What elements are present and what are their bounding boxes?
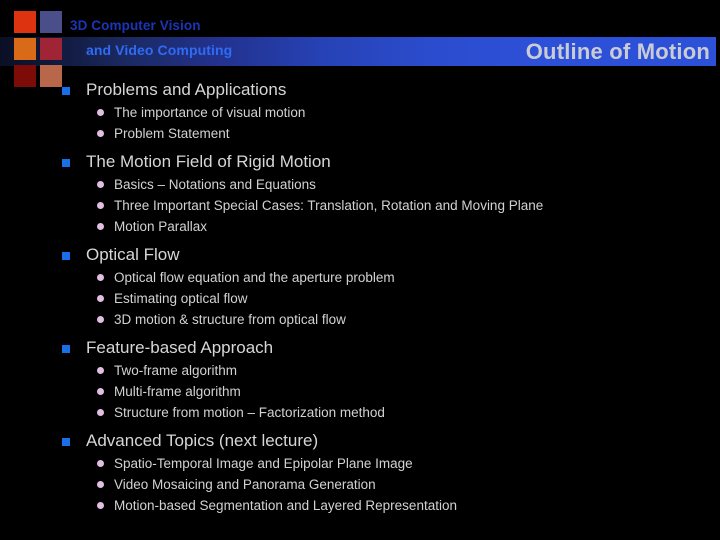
decor-square-slate-blue — [40, 11, 62, 33]
outline-level2-label: Problem Statement — [114, 126, 230, 141]
outline-level2-item[interactable]: Optical flow equation and the aperture p… — [0, 267, 720, 288]
outline-level1-item[interactable]: Advanced Topics (next lecture) — [0, 429, 720, 453]
outline-content: Problems and Applications The importance … — [0, 72, 720, 518]
outline-level2-item[interactable]: Three Important Special Cases: Translati… — [0, 195, 720, 216]
outline-level2-item[interactable]: Motion-based Segmentation and Layered Re… — [0, 495, 720, 516]
square-bullet-icon — [62, 87, 70, 95]
round-bullet-icon — [97, 481, 104, 488]
decor-square-crimson — [40, 38, 62, 60]
outline-level2-item[interactable]: Basics – Notations and Equations — [0, 174, 720, 195]
outline-level2-item[interactable]: The importance of visual motion — [0, 102, 720, 123]
outline-group: The Motion Field of Rigid Motion Basics –… — [0, 150, 720, 237]
outline-level2-item[interactable]: Motion Parallax — [0, 216, 720, 237]
round-bullet-icon — [97, 295, 104, 302]
round-bullet-icon — [97, 409, 104, 416]
course-title-line1: 3D Computer Vision — [70, 18, 201, 33]
round-bullet-icon — [97, 316, 104, 323]
outline-level1-item[interactable]: The Motion Field of Rigid Motion — [0, 150, 720, 174]
decor-square-orange-red — [14, 11, 36, 33]
round-bullet-icon — [97, 367, 104, 374]
outline-level2-label: Multi-frame algorithm — [114, 384, 241, 399]
round-bullet-icon — [97, 109, 104, 116]
outline-level2-label: Motion-based Segmentation and Layered Re… — [114, 498, 457, 513]
outline-level2-label: 3D motion & structure from optical flow — [114, 312, 346, 327]
decor-square-orange — [14, 38, 36, 60]
outline-level1-item[interactable]: Feature-based Approach — [0, 336, 720, 360]
outline-group: Feature-based Approach Two-frame algorith… — [0, 336, 720, 423]
outline-level2-item[interactable]: Problem Statement — [0, 123, 720, 144]
outline-level2-label: Video Mosaicing and Panorama Generation — [114, 477, 376, 492]
slide-root: { "theme": { "background": "#000000", "b… — [0, 0, 720, 540]
outline-level1-label: The Motion Field of Rigid Motion — [86, 152, 331, 171]
square-bullet-icon — [62, 159, 70, 167]
outline-level2-label: Motion Parallax — [114, 219, 208, 234]
outline-level2-item[interactable]: 3D motion & structure from optical flow — [0, 309, 720, 330]
outline-level2-label: Optical flow equation and the aperture p… — [114, 270, 395, 285]
outline-level1-item[interactable]: Optical Flow — [0, 243, 720, 267]
outline-level1-label: Feature-based Approach — [86, 338, 274, 357]
outline-level2-label: Structure from motion – Factorization me… — [114, 405, 385, 420]
outline-group: Optical Flow Optical flow equation and th… — [0, 243, 720, 330]
round-bullet-icon — [97, 274, 104, 281]
outline-level1-item[interactable]: Problems and Applications — [0, 78, 720, 102]
outline-level1-label: Advanced Topics (next lecture) — [86, 431, 319, 450]
outline-level1-label: Optical Flow — [86, 245, 180, 264]
outline-group: Problems and Applications The importance … — [0, 78, 720, 144]
outline-level2-label: Estimating optical flow — [114, 291, 248, 306]
square-bullet-icon — [62, 345, 70, 353]
round-bullet-icon — [97, 223, 104, 230]
outline-level2-item[interactable]: Two-frame algorithm — [0, 360, 720, 381]
square-bullet-icon — [62, 438, 70, 446]
outline-level2-item[interactable]: Multi-frame algorithm — [0, 381, 720, 402]
round-bullet-icon — [97, 181, 104, 188]
outline-level2-item[interactable]: Structure from motion – Factorization me… — [0, 402, 720, 423]
round-bullet-icon — [97, 130, 104, 137]
outline-level2-item[interactable]: Spatio-Temporal Image and Epipolar Plane… — [0, 453, 720, 474]
round-bullet-icon — [97, 388, 104, 395]
round-bullet-icon — [97, 202, 104, 209]
outline-level2-label: The importance of visual motion — [114, 105, 306, 120]
outline-group: Advanced Topics (next lecture) Spatio-Tem… — [0, 429, 720, 516]
outline-level2-label: Spatio-Temporal Image and Epipolar Plane… — [114, 456, 413, 471]
round-bullet-icon — [97, 502, 104, 509]
round-bullet-icon — [97, 460, 104, 467]
outline-level1-label: Problems and Applications — [86, 80, 287, 99]
course-title-line2: and Video Computing — [86, 42, 233, 58]
slide-header: 3D Computer Vision and Video Computing O… — [0, 0, 720, 87]
square-bullet-icon — [62, 252, 70, 260]
slide-title: Outline of Motion — [525, 39, 710, 64]
outline-level2-label: Basics – Notations and Equations — [114, 177, 316, 192]
outline-level2-label: Two-frame algorithm — [114, 363, 238, 378]
outline-level2-label: Three Important Special Cases: Translati… — [114, 198, 544, 213]
outline-level2-item[interactable]: Video Mosaicing and Panorama Generation — [0, 474, 720, 495]
outline-level2-item[interactable]: Estimating optical flow — [0, 288, 720, 309]
